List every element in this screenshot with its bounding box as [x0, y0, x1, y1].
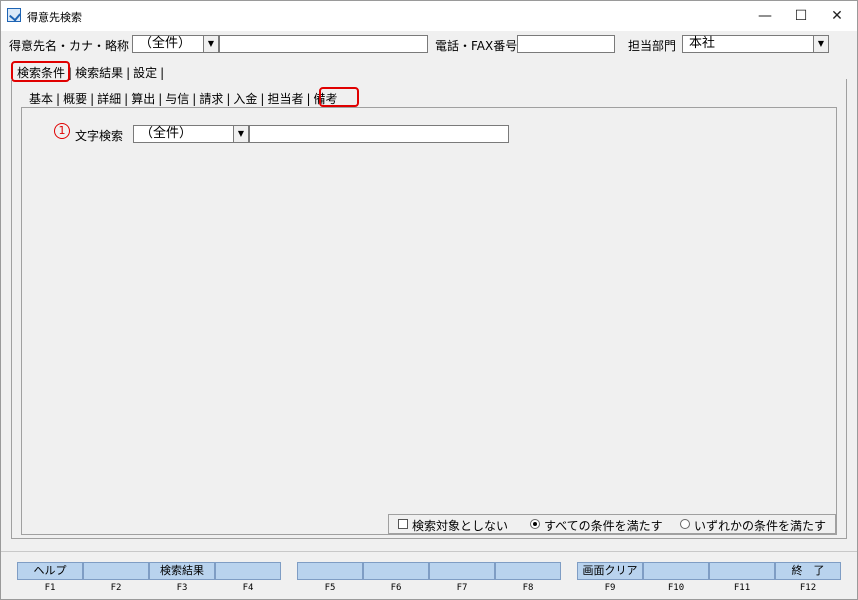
subtab-billing[interactable]: 請求: [196, 90, 226, 107]
subtab-staff[interactable]: 担当者: [264, 90, 306, 107]
f3-key-label: F3: [176, 583, 188, 593]
customer-name-label: 得意先名・カナ・略称: [9, 39, 130, 53]
match-all-radio[interactable]: [530, 519, 540, 529]
match-all-label: すべての条件を満たす: [544, 519, 663, 533]
f7-key-label: F7: [456, 583, 468, 593]
f9-key-label: F9: [604, 583, 616, 593]
f12-key-label: F12: [799, 583, 817, 593]
f1-help-button[interactable]: ヘルプ: [17, 562, 83, 580]
sub-tab-row: 基本 | 概要 | 詳細 | 算出 | 与信 | 請求 | 入金 | 担当者 | 備考: [26, 90, 341, 107]
match-any-label: いずれかの条件を満たす: [694, 519, 827, 533]
department-value: 本社: [689, 36, 716, 51]
subtab-overview[interactable]: 概要: [60, 90, 90, 107]
f10-key-label: F10: [667, 583, 685, 593]
step-marker: 1: [54, 123, 70, 139]
subtab-payment[interactable]: 入金: [230, 90, 260, 107]
department-label: 担当部門: [628, 39, 677, 53]
customer-name-input[interactable]: [219, 35, 428, 53]
text-search-label: 文字検索: [75, 129, 124, 143]
window-title: 得意先検索: [27, 11, 82, 24]
subtab-highlight: [319, 87, 359, 107]
title-bar: 得意先検索 — ☐ ✕: [1, 1, 857, 31]
close-icon[interactable]: ✕: [819, 1, 855, 31]
subtab-calculation[interactable]: 算出: [128, 90, 158, 107]
name-scope-select[interactable]: （全件） ▼: [132, 35, 219, 53]
f10-button[interactable]: [643, 562, 709, 580]
f11-key-label: F11: [733, 583, 751, 593]
text-search-scope-select[interactable]: （全件） ▼: [133, 125, 249, 143]
match-any-radio[interactable]: [680, 519, 690, 529]
search-options-bar: 検索対象としない すべての条件を満たす いずれかの条件を満たす: [388, 514, 836, 534]
f6-button[interactable]: [363, 562, 429, 580]
phone-fax-label: 電話・FAX番号: [435, 39, 518, 53]
f4-button[interactable]: [215, 562, 281, 580]
f11-button[interactable]: [709, 562, 775, 580]
function-key-bar: ヘルプ 検索結果 画面クリア 終 了 F1 F2 F3 F4 F5 F6 F7 …: [1, 551, 857, 599]
name-scope-value: （全件）: [139, 36, 192, 51]
subtab-details[interactable]: 詳細: [94, 90, 124, 107]
exclude-label: 検索対象としない: [412, 519, 509, 533]
f7-button[interactable]: [429, 562, 495, 580]
minimize-icon[interactable]: —: [747, 1, 783, 31]
chevron-down-icon[interactable]: ▼: [813, 35, 829, 53]
f5-button[interactable]: [297, 562, 363, 580]
f4-key-label: F4: [242, 583, 254, 593]
f12-exit-button[interactable]: 終 了: [775, 562, 841, 580]
f5-key-label: F5: [324, 583, 336, 593]
f8-key-label: F8: [522, 583, 534, 593]
text-search-scope-value: （全件）: [140, 126, 193, 141]
f2-button[interactable]: [83, 562, 149, 580]
department-select[interactable]: 本社 ▼: [682, 35, 829, 53]
text-search-input[interactable]: [249, 125, 509, 143]
f6-key-label: F6: [390, 583, 402, 593]
f8-button[interactable]: [495, 562, 561, 580]
f9-clear-button[interactable]: 画面クリア: [577, 562, 643, 580]
f1-key-label: F1: [44, 583, 56, 593]
app-icon: [7, 8, 21, 22]
subtab-basic[interactable]: 基本: [26, 90, 56, 107]
search-window: 得意先検索 — ☐ ✕ 得意先名・カナ・略称 （全件） ▼ 電話・FAX番号 担…: [0, 0, 858, 600]
chevron-down-icon[interactable]: ▼: [233, 125, 249, 143]
chevron-down-icon[interactable]: ▼: [203, 35, 219, 53]
maximize-icon[interactable]: ☐: [783, 1, 819, 31]
f3-search-results-button[interactable]: 検索結果: [149, 562, 215, 580]
subtab-credit[interactable]: 与信: [162, 90, 192, 107]
exclude-checkbox[interactable]: [398, 519, 408, 529]
remarks-panel: [21, 107, 837, 535]
phone-fax-input[interactable]: [517, 35, 615, 53]
f2-key-label: F2: [110, 583, 122, 593]
